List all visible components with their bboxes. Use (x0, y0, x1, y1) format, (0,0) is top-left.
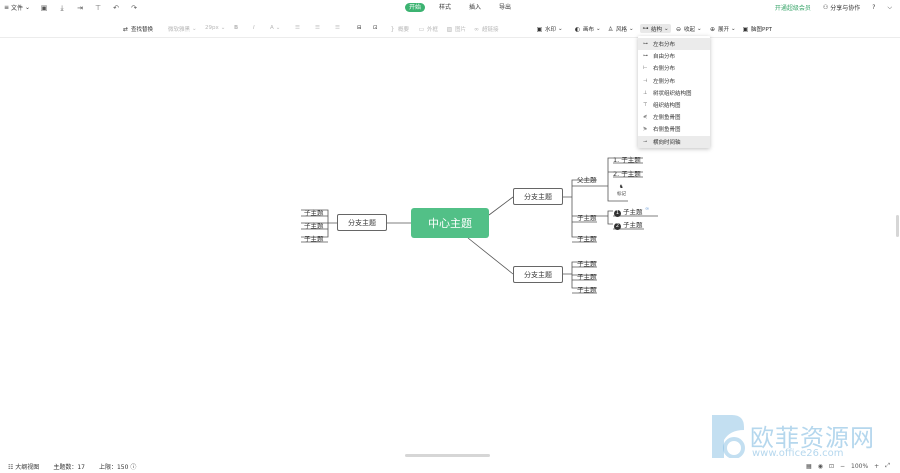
zoom-in-icon[interactable]: + (874, 463, 879, 470)
structure-option-left-right[interactable]: ⊶ 左右分布 (638, 38, 710, 51)
fullscreen-icon[interactable]: ⤢ (885, 462, 890, 470)
structure-dropdown: ⊶ 左右分布 ⊶ 自由分布 ⊢ 右侧分布 ⊣ 左侧分布 ⊥ 树状组织结构图 ⊤ … (638, 36, 710, 148)
link-icon[interactable]: ∞ (645, 206, 649, 212)
sub-topic[interactable]: 子主题 (577, 233, 597, 243)
left-layout-icon: ⊣ (643, 77, 648, 84)
right-bottom-leaf-topic[interactable]: 子主题 (577, 258, 597, 268)
badge-leaf-label: 子主题 (623, 208, 643, 216)
left-right-layout-icon: ⊶ (643, 41, 648, 48)
structure-option-left-fishbone[interactable]: ⋞ 左侧鱼骨图 (638, 111, 710, 123)
timeline-icon: ⊸ (643, 138, 648, 145)
numbered-leaf-topic[interactable]: 2. 子主题 (613, 168, 641, 178)
option-label: 左侧鱼骨图 (653, 115, 681, 122)
connector (467, 237, 514, 275)
option-label: 横向时间轴 (653, 139, 681, 146)
right-bottom-branch-topic[interactable]: 分支主题 (513, 266, 563, 283)
status-left: ☷ 大纲视图 主题数：17 上限：150 ⓘ (8, 462, 136, 471)
badge-leaf-label: 子主题 (623, 221, 643, 229)
left-branch-topic[interactable]: 分支主题 (337, 214, 387, 231)
fit-icon[interactable]: ⊡ (829, 463, 834, 470)
left-leaf-topic[interactable]: 子主题 (304, 207, 324, 217)
structure-option-right[interactable]: ⊢ 右侧分布 (638, 62, 710, 74)
structure-option-tree-org[interactable]: ⊥ 树状组织结构图 (638, 87, 710, 99)
left-leaf-topic[interactable]: 子主题 (304, 220, 324, 230)
vertical-scrollbar[interactable] (896, 215, 899, 237)
option-label: 右侧分布 (653, 66, 676, 73)
option-label: 自由分布 (653, 54, 676, 61)
sticker-icon[interactable]: ♞ (619, 184, 623, 190)
mindmap-canvas[interactable]: 中心主题 分支主题 子主题 子主题 子主题 分支主题 父主题 1. 子主题 2.… (0, 0, 900, 473)
option-label: 树状组织结构图 (653, 90, 692, 97)
option-label: 右侧鱼骨图 (653, 127, 681, 134)
number-badge-icon: 2 (614, 222, 621, 230)
option-label: 左侧分布 (653, 78, 676, 85)
option-label: 组织结构图 (653, 103, 681, 110)
structure-option-timeline[interactable]: ⊸ 横向时间轴 (638, 135, 710, 148)
right-layout-icon: ⊢ (643, 65, 648, 72)
status-right: ▦ ◉ ⊡ − 100% + ⤢ (806, 462, 890, 470)
outline-view-button[interactable]: ☷ 大纲视图 (8, 462, 39, 471)
connector (488, 196, 514, 216)
badge-leaf-topic[interactable]: 2 子主题 (614, 219, 643, 230)
eye-icon[interactable]: ◉ (818, 463, 823, 470)
structure-option-left[interactable]: ⊣ 左侧分布 (638, 75, 710, 87)
number-badge-icon: 1 (614, 209, 621, 217)
free-layout-icon: ⊶ (643, 53, 648, 60)
outline-view-label: 大纲视图 (15, 464, 40, 471)
horizontal-scrollbar[interactable] (405, 454, 490, 457)
structure-option-org[interactable]: ⊤ 组织结构图 (638, 99, 710, 111)
limit-label: 上限：150 (98, 464, 129, 471)
structure-option-free[interactable]: ⊶ 自由分布 (638, 50, 710, 62)
sub-topic[interactable]: 子主题 (577, 212, 597, 222)
left-fishbone-icon: ⋞ (643, 114, 648, 121)
tree-org-icon: ⊥ (643, 89, 648, 96)
numbered-leaf-topic[interactable]: 1. 子主题 (613, 154, 641, 164)
left-leaf-topic[interactable]: 子主题 (304, 233, 324, 243)
right-bottom-leaf-topic[interactable]: 子主题 (577, 271, 597, 281)
limit-info: 上限：150 ⓘ (99, 462, 136, 471)
map-icon[interactable]: ▦ (806, 463, 812, 470)
badge-leaf-topic[interactable]: 1 子主题 (614, 206, 643, 217)
connector (563, 179, 597, 238)
structure-option-right-fishbone[interactable]: ⋟ 右侧鱼骨图 (638, 123, 710, 135)
org-chart-icon: ⊤ (643, 102, 648, 109)
parent-topic[interactable]: 父主题 (577, 174, 597, 184)
zoom-out-icon[interactable]: − (840, 463, 845, 470)
zoom-level: 100% (851, 462, 869, 470)
center-topic[interactable]: 中心主题 (411, 208, 489, 238)
help-circle-icon[interactable]: ⓘ (130, 464, 136, 471)
right-bottom-leaf-topic[interactable]: 子主题 (577, 284, 597, 294)
option-label: 左右分布 (653, 42, 676, 49)
right-fishbone-icon: ⋟ (643, 126, 648, 133)
sticker-label: 标记 (617, 192, 626, 197)
status-bar: ☷ 大纲视图 主题数：17 上限：150 ⓘ ▦ ◉ ⊡ − 100% + ⤢ (0, 458, 900, 473)
topic-count: 主题数：17 (53, 464, 85, 471)
right-top-branch-topic[interactable]: 分支主题 (513, 188, 563, 205)
connector (597, 210, 613, 225)
